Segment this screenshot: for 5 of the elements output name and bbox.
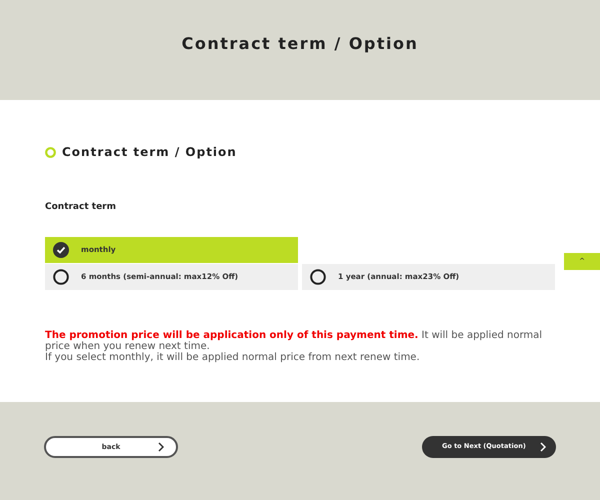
notice-text: If you select monthly, it will be applied normal price from next renew time. — [45, 352, 421, 362]
field-label: Contract term — [45, 201, 116, 214]
notice-text: The promotion price will be application only of this payment time. It will be applied normal price when you renew next time. — [45, 330, 544, 352]
section-title: Contract term / Option — [62, 144, 237, 161]
page-title: Contract term / Option — [182, 33, 418, 55]
